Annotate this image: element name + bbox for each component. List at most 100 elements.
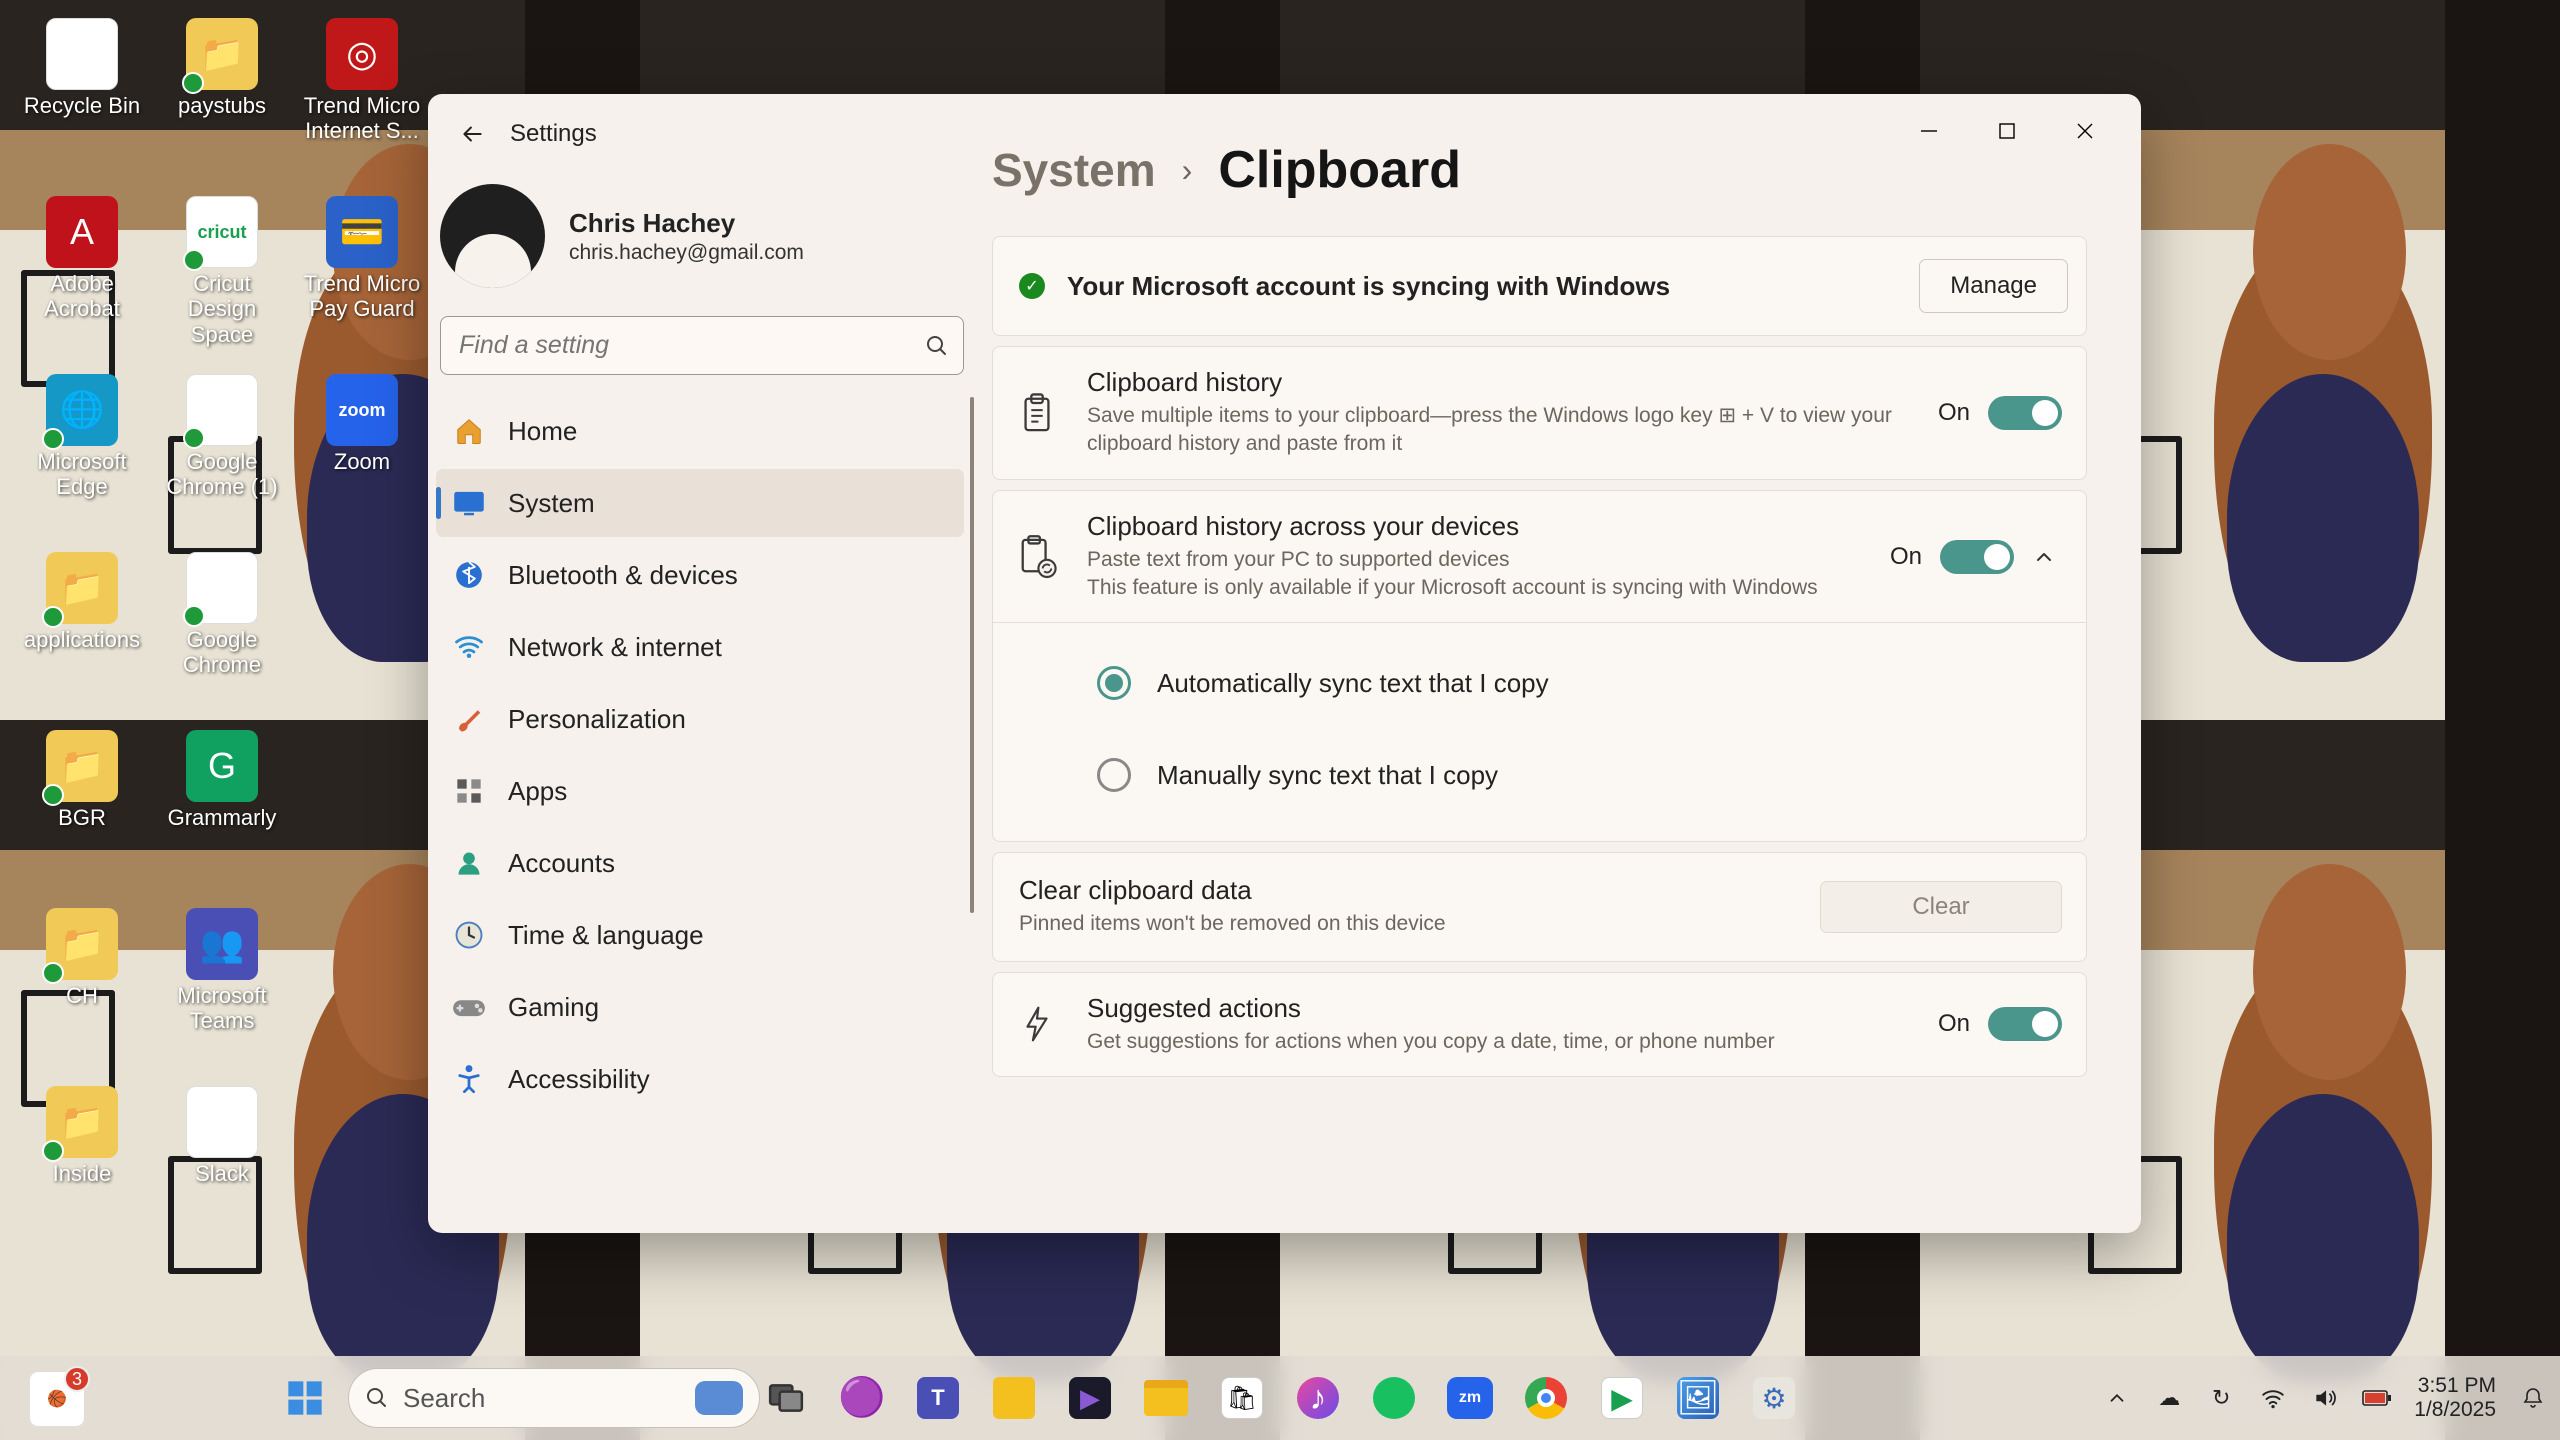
desktop-icon[interactable]: 👥Microsoft Teams [152, 904, 292, 1074]
sync-mode-option[interactable]: Manually sync text that I copy [1097, 745, 2062, 805]
search-icon [925, 334, 949, 358]
account-row[interactable]: Chris Hachey chris.hachey@gmail.com [436, 164, 968, 310]
breadcrumb-parent[interactable]: System [992, 143, 1156, 197]
desktop-icon[interactable]: 📁Inside [12, 1082, 152, 1252]
desktop-icon[interactable]: ❖Slack [152, 1082, 292, 1252]
desktop-icon[interactable]: AAdobe Acrobat [12, 192, 152, 362]
spotify[interactable] [1361, 1365, 1427, 1431]
search-input[interactable] [459, 331, 915, 360]
close-button[interactable] [2069, 115, 2101, 147]
volume-icon[interactable] [2310, 1383, 2340, 1413]
nav-item-wifi[interactable]: Network & internet [436, 613, 964, 681]
desktop-icon[interactable]: 📁BGR [12, 726, 152, 896]
copilot[interactable]: 🟣 [829, 1365, 895, 1431]
clipboard-icon [1015, 393, 1059, 433]
taskbar-nba-icon[interactable]: 🏀 3 [30, 1372, 84, 1426]
nav-item-system[interactable]: System [436, 469, 964, 537]
clipchamp[interactable]: ▶ [1057, 1365, 1123, 1431]
onedrive-icon[interactable]: ☁ [2154, 1383, 2184, 1413]
teams[interactable]: T [905, 1365, 971, 1431]
access-icon [452, 1062, 486, 1096]
desktop-icon[interactable]: GGrammarly [152, 726, 292, 896]
nav-item-clock[interactable]: Time & language [436, 901, 964, 969]
desktop-icon-label: Microsoft Edge [16, 449, 148, 500]
task-view[interactable] [753, 1365, 819, 1431]
windows-icon [285, 1378, 325, 1418]
manage-button[interactable]: Manage [1919, 259, 2068, 313]
file-explorer[interactable] [1133, 1365, 1199, 1431]
nav-item-brush[interactable]: Personalization [436, 685, 964, 753]
tray-overflow[interactable] [2102, 1383, 2132, 1413]
nav-item-label: Network & internet [508, 632, 722, 663]
desktop-icon[interactable]: ⊚Google Chrome [152, 548, 292, 718]
suggested-actions-toggle[interactable] [1988, 1007, 2062, 1041]
clipboard-history-toggle[interactable] [1988, 396, 2062, 430]
desktop-icon[interactable]: 📁CH [12, 904, 152, 1074]
chevron-up-icon[interactable] [2032, 545, 2062, 569]
notification-badge: 3 [64, 1366, 90, 1392]
minimize-button[interactable] [1913, 115, 1945, 147]
nav-item-home[interactable]: Home [436, 397, 964, 465]
back-button[interactable] [454, 116, 490, 152]
search-box[interactable] [440, 316, 964, 375]
nav-item-access[interactable]: Accessibility [436, 1045, 964, 1113]
desktop-icon-label: Microsoft Teams [156, 983, 288, 1034]
nav-item-person[interactable]: Accounts [436, 829, 964, 897]
desktop-icon[interactable]: 📁paystubs [152, 14, 292, 184]
scrollbar-thumb[interactable] [970, 397, 974, 913]
radio-button[interactable] [1097, 666, 1131, 700]
suggested-actions-row[interactable]: Suggested actions Get suggestions for ac… [993, 973, 2086, 1076]
chevron-right-icon: › [1182, 152, 1193, 189]
clipboard-across-row[interactable]: Clipboard history across your devices Pa… [993, 491, 2086, 623]
window-title: Settings [510, 120, 597, 148]
notifications-icon[interactable] [2518, 1383, 2548, 1413]
nav-item-gaming[interactable]: Gaming [436, 973, 964, 1041]
nav-item-label: System [508, 488, 595, 519]
sync-mode-option[interactable]: Automatically sync text that I copy [1097, 653, 2062, 713]
desktop-icon[interactable]: 🌐Microsoft Edge [12, 370, 152, 540]
battery-icon[interactable] [2362, 1383, 2392, 1413]
radio-label: Automatically sync text that I copy [1157, 668, 1549, 699]
chrome[interactable] [1513, 1365, 1579, 1431]
desktop-icon-label: Google Chrome (1) [156, 449, 288, 500]
desktop-icon[interactable]: 📁applications [12, 548, 152, 718]
maximize-button[interactable] [1991, 115, 2023, 147]
app-green[interactable]: ▶ [1589, 1365, 1655, 1431]
desktop-icon-label: Inside [53, 1161, 112, 1186]
clear-button[interactable]: Clear [1820, 881, 2062, 933]
suggested-actions-card: Suggested actions Get suggestions for ac… [992, 972, 2087, 1077]
settings-app[interactable]: ⚙ [1741, 1365, 1807, 1431]
nav-item-apps[interactable]: Apps [436, 757, 964, 825]
desktop-icon[interactable]: ⊚Google Chrome (1) [152, 370, 292, 540]
start-button[interactable] [272, 1365, 338, 1431]
wifi-icon[interactable] [2258, 1383, 2288, 1413]
sticky-notes[interactable] [981, 1365, 1047, 1431]
desktop-icon[interactable]: cricutCricut Design Space [152, 192, 292, 362]
toggle-state: On [1938, 399, 1970, 427]
desktop-icon[interactable]: 🗑Recycle Bin [12, 14, 152, 184]
windows-update-icon[interactable]: ↻ [2206, 1383, 2236, 1413]
microsoft-store[interactable]: 🛍 [1209, 1365, 1275, 1431]
clipboard-history-row[interactable]: Clipboard history Save multiple items to… [993, 347, 2086, 479]
desktop-icon[interactable]: ◎Trend Micro Internet S... [292, 14, 432, 184]
gaming-icon [452, 990, 486, 1024]
nav-item-bluetooth[interactable]: Bluetooth & devices [436, 541, 964, 609]
desktop-icon[interactable]: 💳Trend Micro Pay Guard [292, 192, 432, 362]
radio-button[interactable] [1097, 758, 1131, 792]
clock[interactable]: 3:51 PM 1/8/2025 [2414, 1374, 2496, 1422]
toggle-state: On [1890, 543, 1922, 571]
photos[interactable]: 🖼 [1665, 1365, 1731, 1431]
desktop-icon-label: Trend Micro Pay Guard [296, 271, 428, 322]
zoom-app[interactable]: zm [1437, 1365, 1503, 1431]
nav-item-label: Accounts [508, 848, 615, 879]
desktop-icon-label: Adobe Acrobat [16, 271, 148, 322]
taskbar-search[interactable]: Search [348, 1368, 760, 1428]
clock-icon [452, 918, 486, 952]
itunes[interactable]: ♪ [1285, 1365, 1351, 1431]
desktop-icon-label: paystubs [178, 93, 266, 118]
clipboard-across-toggle[interactable] [1940, 540, 2014, 574]
nav-item-label: Apps [508, 776, 567, 807]
clipboard-history-card: Clipboard history Save multiple items to… [992, 346, 2087, 480]
time: 3:51 PM [2414, 1374, 2496, 1398]
desktop-icon[interactable]: zoomZoom [292, 370, 432, 540]
